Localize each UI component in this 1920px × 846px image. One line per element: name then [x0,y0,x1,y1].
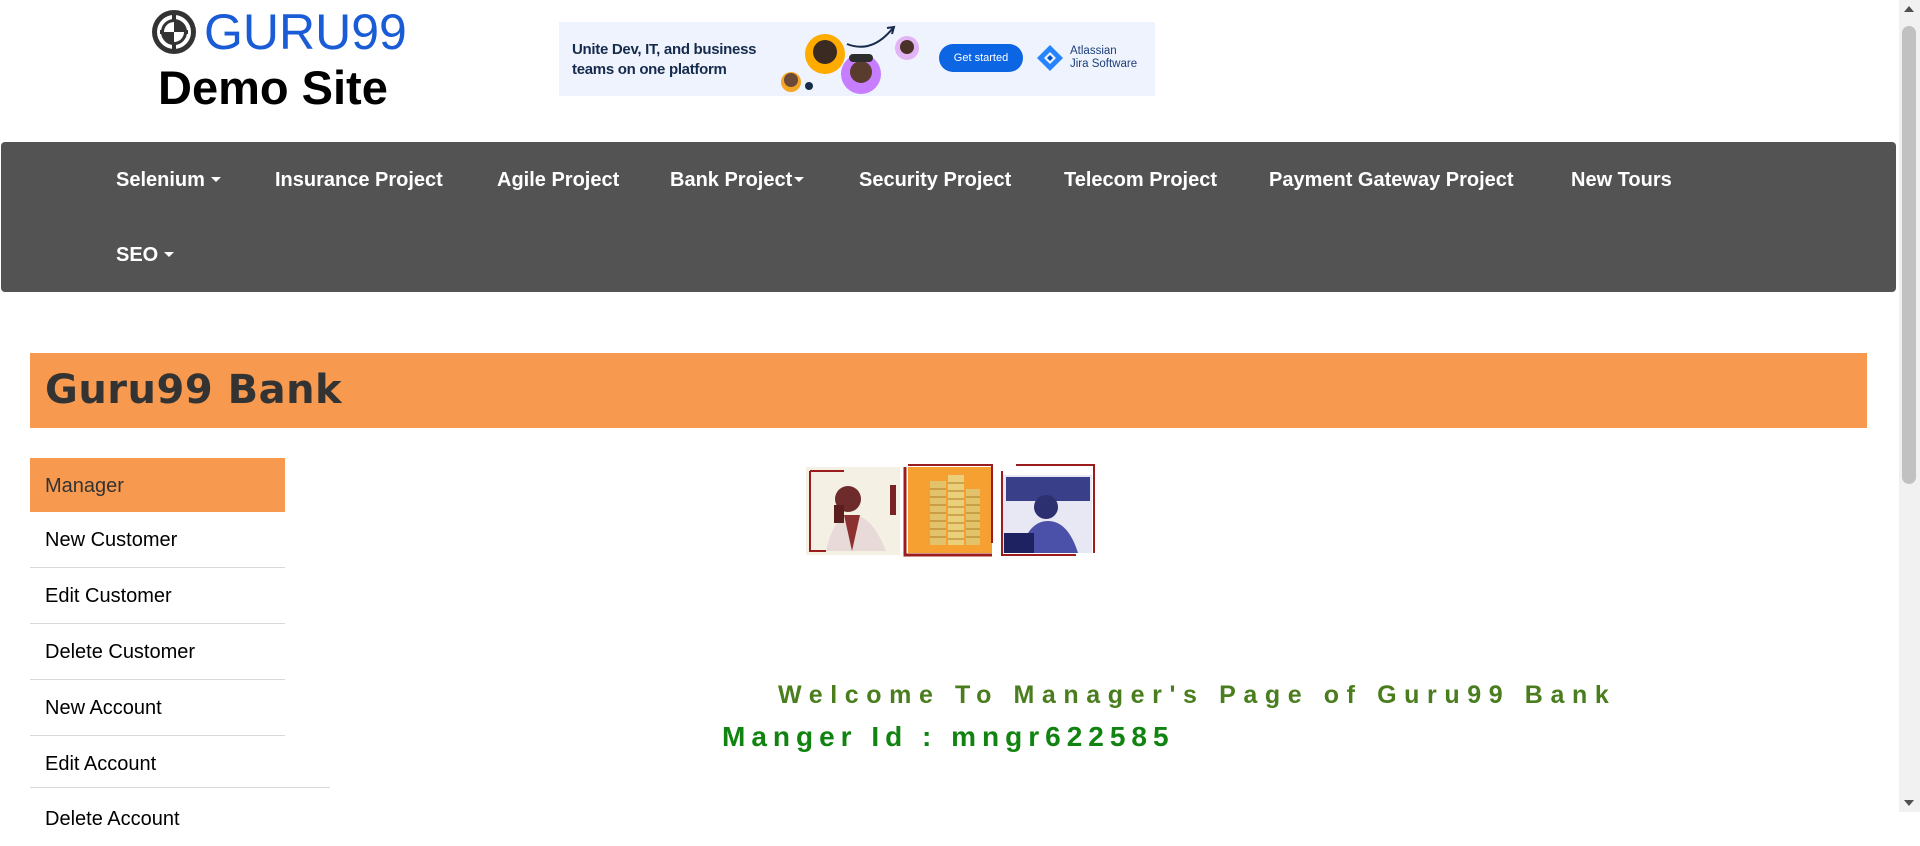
sidebar-item-delete-customer[interactable]: Delete Customer [30,624,285,680]
sidebar-item-edit-customer[interactable]: Edit Customer [30,568,285,624]
sidebar-item-label[interactable]: Manager [45,474,124,498]
sidebar-item-new-customer[interactable]: New Customer [30,512,285,568]
logo-subtitle: Demo Site [158,61,388,114]
scrollbar-thumb[interactable] [1902,26,1916,484]
scroll-down-icon[interactable] [1904,800,1914,806]
nav-item-label: Insurance Project [275,169,443,191]
ad-headline: Unite Dev, IT, and business teams on one… [572,41,757,78]
nav-item-insurance-project[interactable]: Insurance Project [275,168,443,192]
sidebar-item-label[interactable]: New Account [45,696,162,720]
logo-brand-text: GURU99 [204,4,407,60]
ad-brand: Atlassian Jira Software [1035,43,1137,73]
ad-brand-line1: Atlassian [1070,45,1117,57]
sidebar-item-label[interactable]: Delete Customer [45,640,195,664]
sidebar-item-label[interactable]: Edit Account [45,752,156,776]
nav-item-label: Security Project [859,169,1012,191]
sidebar-item-delete-account[interactable]: Delete Account [30,791,285,846]
page-scrollbar[interactable] [1899,0,1920,812]
nav-item-agile-project[interactable]: Agile Project [497,168,619,192]
nav-item-payment-gateway-project[interactable]: Payment Gateway Project [1269,168,1514,192]
ad-brand-line2: Jira Software [1070,58,1138,70]
nav-item-new-tours[interactable]: New Tours [1571,168,1672,192]
nav-item-label: Selenium [116,169,205,191]
chevron-down-icon [210,177,221,183]
chevron-down-icon [794,177,805,183]
bank-header-banner: Guru99 Bank [30,353,1867,428]
sidebar-item-label[interactable]: Delete Account [45,807,180,831]
chevron-down-icon [164,252,175,258]
welcome-message: Welcome To Manager's Page of Guru99 Bank [778,681,1617,709]
manager-id-label: Manger Id : mngr622585 [722,721,1175,752]
nav-item-bank-project[interactable]: Bank Project [670,168,805,192]
sidebar-item-label[interactable]: Edit Customer [45,584,172,608]
main-navigation: Selenium Insurance Project Agile Project… [1,142,1896,292]
nav-item-label: New Tours [1571,169,1672,191]
ad-get-started-button[interactable]: Get started [939,44,1023,72]
welcome-banner-image [806,464,1095,557]
nav-item-security-project[interactable]: Security Project [859,168,1011,192]
nav-item-selenium[interactable]: Selenium [116,168,221,192]
guru99-logo-icon [152,10,196,54]
jira-logo-icon [1037,45,1063,71]
nav-item-label: Bank Project [670,169,793,191]
sidebar-divider [30,787,330,788]
sidebar-item-manager[interactable]: Manager [30,458,285,512]
nav-item-label: Agile Project [497,169,620,191]
scroll-up-icon[interactable] [1904,6,1914,12]
sidebar-item-edit-account[interactable]: Edit Account [30,736,285,791]
nav-item-seo[interactable]: SEO [116,243,175,267]
site-logo[interactable]: GURU99 Demo Site [150,4,410,118]
ad-people-illustration [781,25,919,94]
advertisement-banner[interactable]: Unite Dev, IT, and business teams on one… [559,22,1155,96]
nav-item-telecom-project[interactable]: Telecom Project [1064,168,1217,192]
sidebar-item-label[interactable]: New Customer [45,528,177,552]
nav-item-label: SEO [116,244,159,266]
page-title: Guru99 Bank [45,367,343,413]
nav-item-label: Payment Gateway Project [1269,169,1514,191]
nav-item-label: Telecom Project [1064,169,1218,191]
sidebar-item-new-account[interactable]: New Account [30,680,285,736]
